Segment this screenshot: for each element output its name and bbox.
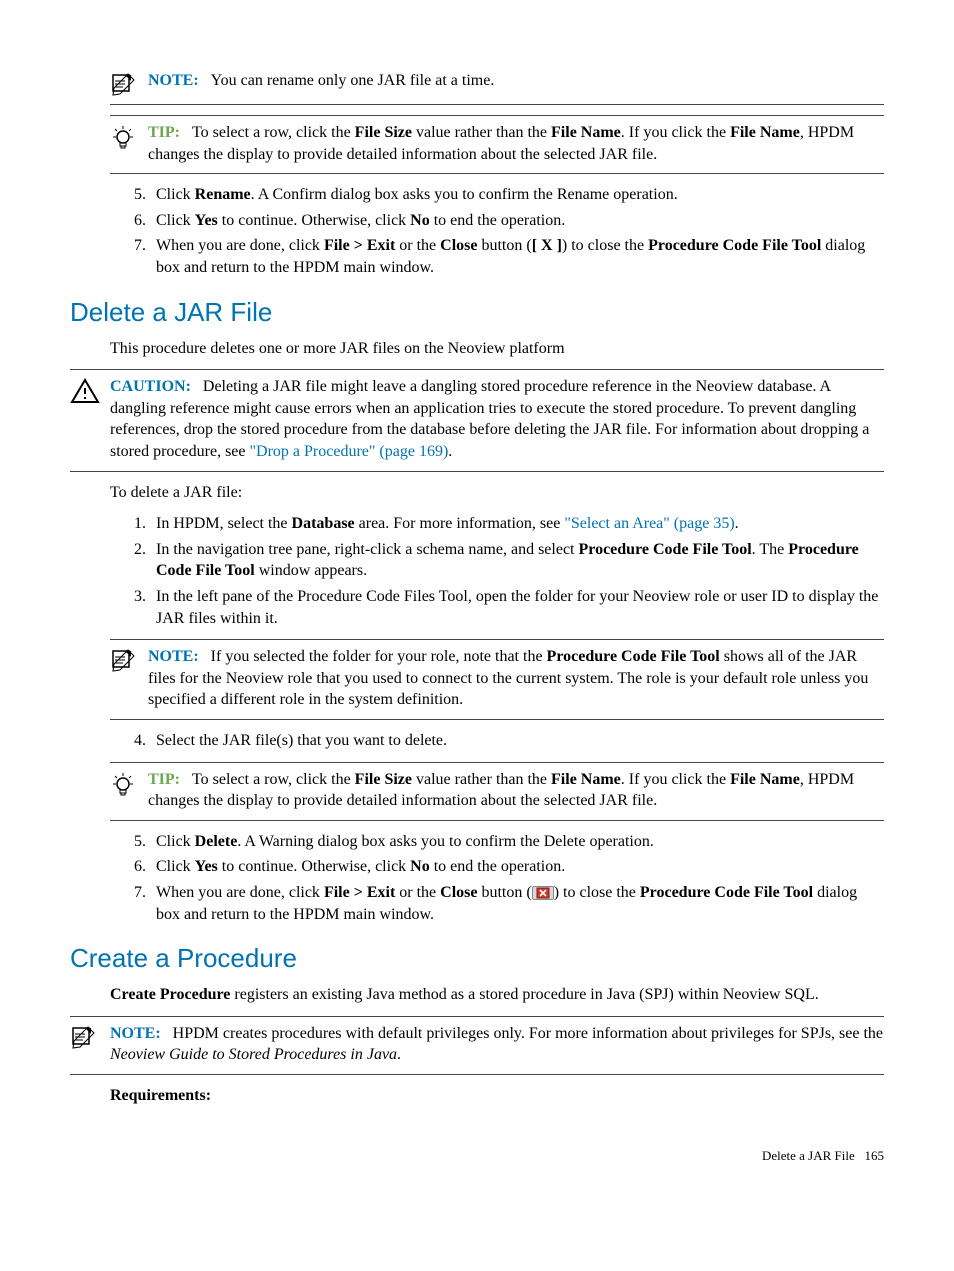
note-body: NOTE: If you selected the folder for you… xyxy=(148,646,884,711)
caution-icon xyxy=(70,376,110,462)
step-6: Click Yes to continue. Otherwise, click … xyxy=(150,210,884,232)
note-label: NOTE: xyxy=(148,72,199,89)
tip-body: TIP: To select a row, click the File Siz… xyxy=(148,122,884,165)
tip-icon xyxy=(110,122,148,165)
footer-title: Delete a JAR File xyxy=(762,1148,855,1163)
step-d5: Click Delete. A Warning dialog box asks … xyxy=(150,831,884,853)
heading-delete-jar: Delete a JAR File xyxy=(70,295,884,330)
para-to-delete: To delete a JAR file: xyxy=(110,482,884,504)
tip-icon xyxy=(110,769,148,812)
tip-block: TIP: To select a row, click the File Siz… xyxy=(110,115,884,174)
step-c4: Select the JAR file(s) that you want to … xyxy=(150,730,884,752)
caution-body: CAUTION: Deleting a JAR file might leave… xyxy=(110,376,884,462)
steps-rename-continue: Click Rename. A Confirm dialog box asks … xyxy=(110,184,884,278)
tip-label: TIP: xyxy=(148,124,180,141)
step-d6: Click Yes to continue. Otherwise, click … xyxy=(150,856,884,878)
link-select-area[interactable]: "Select an Area" (page 35) xyxy=(564,515,734,532)
step-b3: In the left pane of the Procedure Code F… xyxy=(150,586,884,629)
step-b1: In HPDM, select the Database area. For m… xyxy=(150,513,884,535)
caution-block: CAUTION: Deleting a JAR file might leave… xyxy=(70,369,884,471)
footer-page: 165 xyxy=(865,1148,885,1163)
link-drop-procedure[interactable]: "Drop a Procedure" (page 169) xyxy=(250,443,449,460)
tip-block-2: TIP: To select a row, click the File Siz… xyxy=(110,762,884,821)
note-block-3: NOTE: HPDM creates procedures with defau… xyxy=(70,1016,884,1075)
note-label: NOTE: xyxy=(148,648,199,665)
step-5: Click Rename. A Confirm dialog box asks … xyxy=(150,184,884,206)
steps-delete-1-3: In HPDM, select the Database area. For m… xyxy=(110,513,884,629)
caution-label: CAUTION: xyxy=(110,378,191,395)
steps-delete-5-7: Click Delete. A Warning dialog box asks … xyxy=(110,831,884,925)
step-d7: When you are done, click File > Exit or … xyxy=(150,882,884,925)
note-icon xyxy=(70,1023,110,1066)
heading-create-procedure: Create a Procedure xyxy=(70,941,884,976)
tip-label: TIP: xyxy=(148,771,180,788)
step-7: When you are done, click File > Exit or … xyxy=(150,235,884,278)
para-create-procedure: Create Procedure registers an existing J… xyxy=(110,984,884,1006)
tip-body: TIP: To select a row, click the File Siz… xyxy=(148,769,884,812)
steps-delete-4: Select the JAR file(s) that you want to … xyxy=(110,730,884,752)
page-footer: Delete a JAR File 165 xyxy=(70,1147,884,1165)
close-icon xyxy=(532,886,554,900)
note-icon xyxy=(110,646,148,711)
note-block: NOTE: You can rename only one JAR file a… xyxy=(110,68,884,105)
step-b2: In the navigation tree pane, right-click… xyxy=(150,539,884,582)
para-delete-intro: This procedure deletes one or more JAR f… xyxy=(110,338,884,360)
note-block-2: NOTE: If you selected the folder for you… xyxy=(110,639,884,720)
note-icon xyxy=(110,70,148,96)
note-body: NOTE: HPDM creates procedures with defau… xyxy=(110,1023,884,1066)
note-text: You can rename only one JAR file at a ti… xyxy=(211,72,495,89)
note-body: NOTE: You can rename only one JAR file a… xyxy=(148,70,884,96)
note-label: NOTE: xyxy=(110,1025,161,1042)
requirements-heading: Requirements: xyxy=(110,1085,884,1107)
